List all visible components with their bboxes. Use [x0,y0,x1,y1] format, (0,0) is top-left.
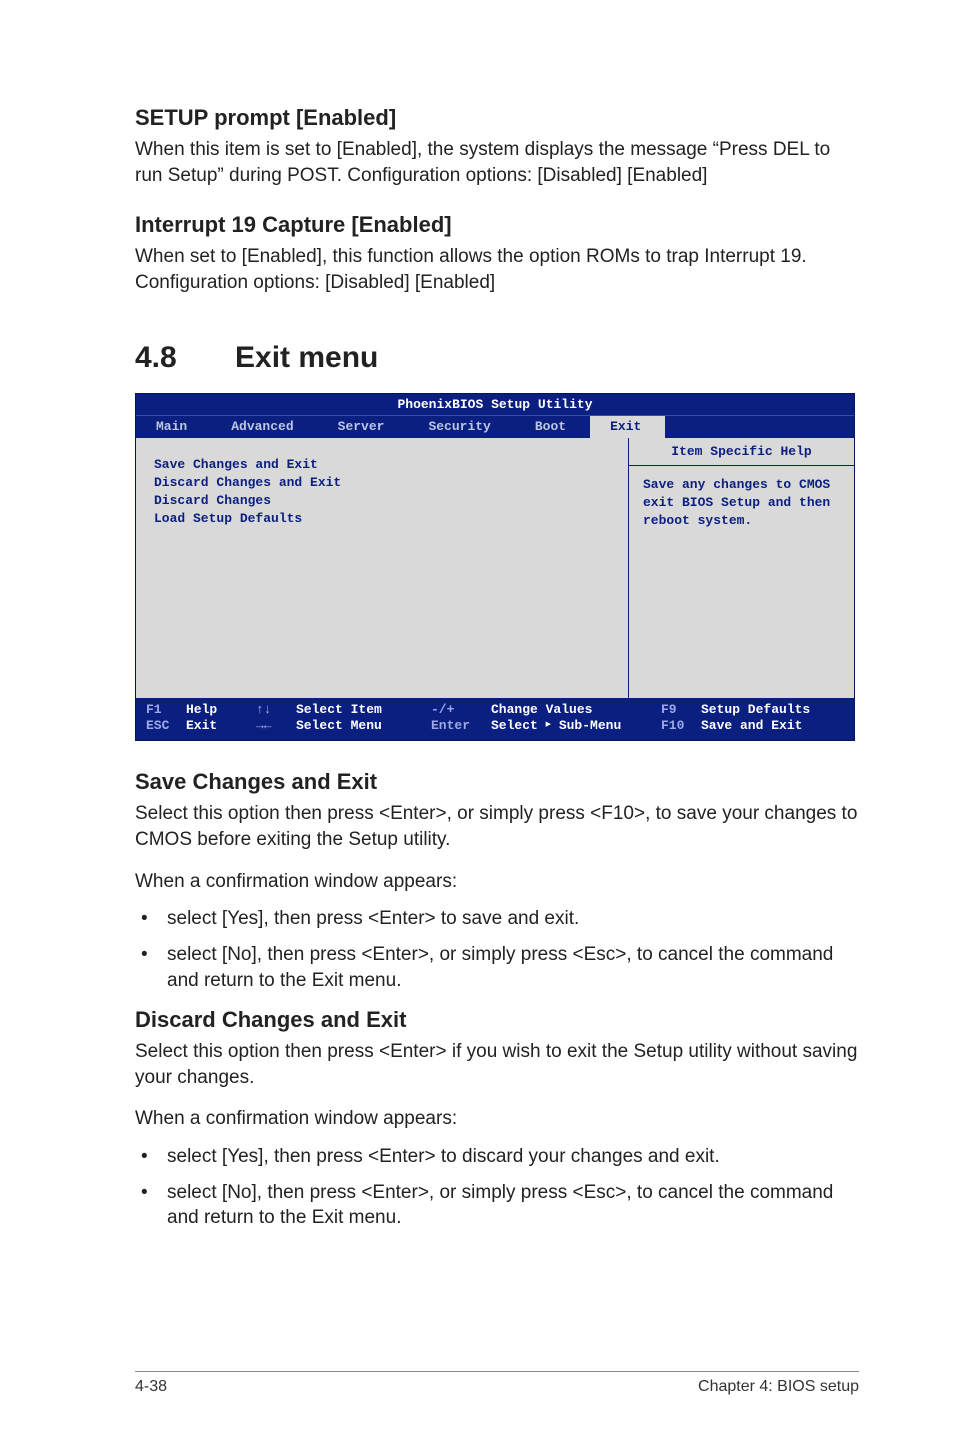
page-number: 4-38 [135,1378,167,1396]
bios-title: PhoenixBIOS Setup Utility [136,394,854,416]
bios-key: F1 [146,702,186,719]
list-item: select [Yes], then press <Enter> to save… [135,906,859,932]
bios-key-label: Save and Exit [701,718,802,735]
bullet-list: select [Yes], then press <Enter> to disc… [135,1144,859,1231]
section-title: Exit menu [235,341,378,374]
bios-tab: Security [408,416,514,438]
bios-key: →← [256,718,296,735]
bios-key: ESC [146,718,186,735]
bios-tab: Advanced [211,416,317,438]
bios-screenshot: PhoenixBIOS Setup Utility Main Advanced … [135,393,855,742]
list-item: select [No], then press <Enter>, or simp… [135,1180,859,1231]
para: When a confirmation window appears: [135,869,859,895]
bios-tab-active: Exit [590,416,665,438]
bullet-list: select [Yes], then press <Enter> to save… [135,906,859,993]
section-number: 4.8 [135,341,235,375]
bios-key-label: Help [186,702,256,719]
bios-tab: Boot [515,416,590,438]
bios-key: Enter [431,718,491,735]
para-interrupt19: When set to [Enabled], this function all… [135,244,859,295]
bios-menu-item: Save Changes and Exit [154,456,610,474]
bios-key-label: Select ▶ Sub-Menu [491,718,661,735]
para: Select this option then press <Enter> if… [135,1039,859,1090]
bios-tabs: Main Advanced Server Security Boot Exit [136,416,854,438]
bios-tab: Server [318,416,409,438]
heading-discard-exit: Discard Changes and Exit [135,1007,859,1033]
bios-menu-item: Load Setup Defaults [154,510,610,528]
bios-key-label: Select Menu [296,718,431,735]
heading-save-exit: Save Changes and Exit [135,769,859,795]
chapter-label: Chapter 4: BIOS setup [698,1378,859,1396]
footer-rule [135,1371,859,1372]
list-item: select [No], then press <Enter>, or simp… [135,942,859,993]
para: When a confirmation window appears: [135,1106,859,1132]
para-setup-prompt: When this item is set to [Enabled], the … [135,137,859,188]
heading-setup-prompt: SETUP prompt [Enabled] [135,105,859,131]
bios-key-label: Change Values [491,702,661,719]
bios-key: ↑↓ [256,702,296,719]
bios-menu-item: Discard Changes and Exit [154,474,610,492]
bios-key: F10 [661,718,701,735]
bios-key: F9 [661,702,701,719]
bios-key-label: Select Item [296,702,431,719]
bios-key-label: Setup Defaults [701,702,810,719]
bios-footer: F1 Help ↑↓ Select Item -/+ Change Values… [136,698,854,741]
bios-menu-list: Save Changes and Exit Discard Changes an… [136,438,629,698]
list-item: select [Yes], then press <Enter> to disc… [135,1144,859,1170]
bios-key: -/+ [431,702,491,719]
bios-menu-item: Discard Changes [154,492,610,510]
para: Select this option then press <Enter>, o… [135,801,859,852]
section-heading: 4.8Exit menu [135,341,859,375]
bios-tab: Main [136,416,211,438]
heading-interrupt19: Interrupt 19 Capture [Enabled] [135,212,859,238]
bios-help-body: Save any changes to CMOS exit BIOS Setup… [629,466,854,541]
bios-help-title: Item Specific Help [629,438,854,466]
page-footer: 4-38 Chapter 4: BIOS setup [0,1371,954,1396]
bios-key-label: Exit [186,718,256,735]
